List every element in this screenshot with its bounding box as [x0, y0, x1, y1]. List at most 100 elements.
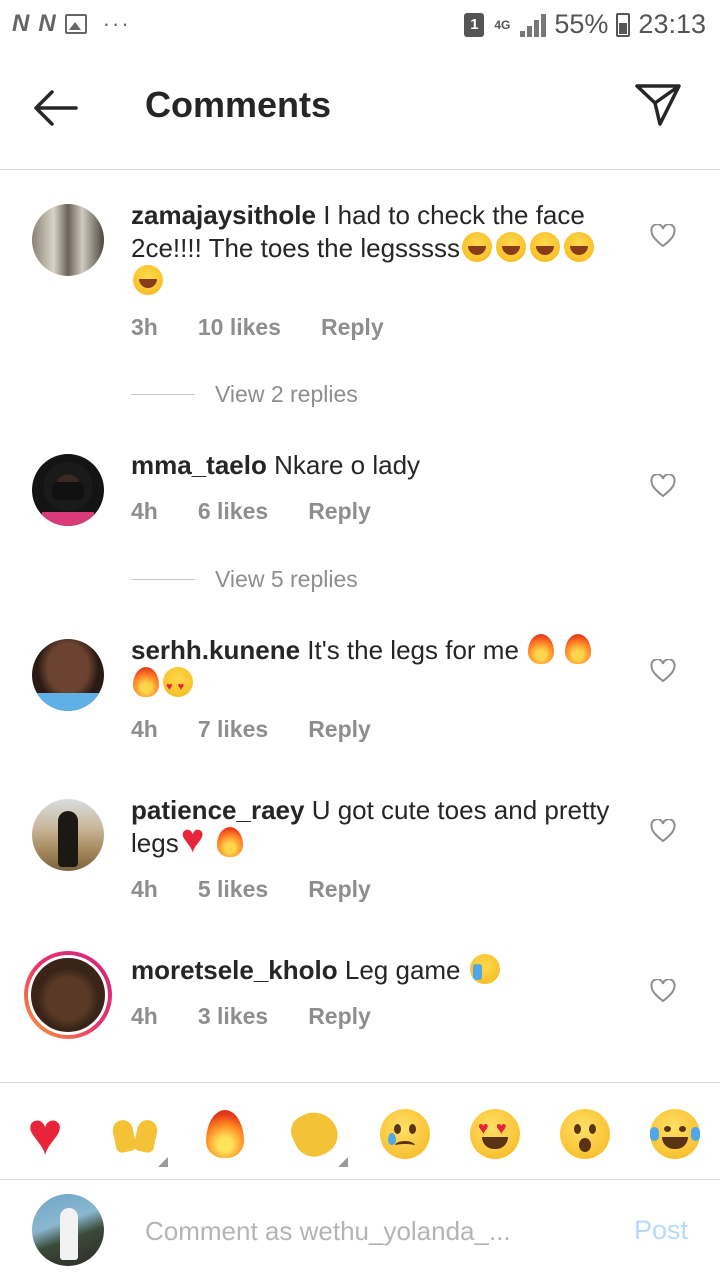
- view-replies-label: View 2 replies: [215, 381, 358, 407]
- comment-username[interactable]: zamajaysithole: [131, 200, 316, 230]
- comment-text: zamajaysithole I had to check the face 2…: [131, 199, 621, 298]
- fire-emoji-icon: [528, 634, 555, 664]
- comment-time: 4h: [131, 1003, 158, 1029]
- fire-emoji-icon: [216, 827, 243, 857]
- heart-eyes-emoji-button[interactable]: ♥ ♥: [468, 1107, 522, 1161]
- arrow-left-icon[interactable]: [30, 86, 80, 130]
- laughing-tears-emoji-icon: [496, 232, 527, 262]
- battery-percent: 55%: [554, 9, 609, 39]
- loudly-crying-emoji-icon: [469, 954, 500, 984]
- comment-text: moretsele_kholo Leg game: [131, 954, 621, 987]
- heart-icon[interactable]: [650, 474, 676, 498]
- comment-time: 4h: [131, 876, 158, 902]
- reply-button[interactable]: Reply: [308, 876, 371, 903]
- battery-icon: [616, 12, 631, 37]
- status-right: 1 4G 55% 23:13: [464, 9, 706, 40]
- comment-likes[interactable]: 5 likes: [198, 876, 268, 903]
- comment-body: Nkare o lady: [274, 450, 421, 480]
- raising-hands-icon: [110, 1112, 160, 1156]
- comment-meta: 4h 6 likes Reply: [131, 498, 411, 525]
- network-type: 4G: [494, 17, 511, 32]
- comment-time: 4h: [131, 498, 158, 524]
- avatar[interactable]: [32, 454, 104, 526]
- comment-username[interactable]: patience_raey: [131, 795, 304, 825]
- fire-emoji-icon: [565, 634, 592, 664]
- comment-likes[interactable]: 10 likes: [198, 314, 281, 341]
- post-button[interactable]: Post: [634, 1215, 688, 1246]
- fire-icon: [206, 1110, 244, 1158]
- skin-tone-indicator: [338, 1157, 348, 1167]
- red-heart-emoji-icon: [181, 819, 213, 859]
- signal-icon: [520, 13, 547, 37]
- clock: 23:13: [638, 9, 706, 39]
- replies-divider: [131, 579, 195, 580]
- comment-input[interactable]: [145, 1211, 565, 1251]
- reply-button[interactable]: Reply: [308, 1003, 371, 1030]
- reply-button[interactable]: Reply: [308, 498, 371, 525]
- laughing-tears-emoji-button[interactable]: [648, 1107, 702, 1161]
- comment-time: 3h: [131, 314, 158, 340]
- reply-button[interactable]: Reply: [321, 314, 384, 341]
- red-heart-emoji-button[interactable]: ♥: [18, 1104, 72, 1164]
- comment-username[interactable]: serhh.kunene: [131, 635, 300, 665]
- comment-likes[interactable]: 3 likes: [198, 1003, 268, 1030]
- comment-likes[interactable]: 6 likes: [198, 498, 268, 525]
- laughing-tears-emoji-icon: [133, 265, 163, 295]
- header: Comments: [0, 52, 720, 170]
- comment-time: 4h: [131, 716, 158, 742]
- heart-icon[interactable]: [650, 979, 676, 1003]
- notification-n-icon: N: [38, 10, 55, 37]
- comment-meta: 3h 10 likes Reply: [131, 314, 424, 341]
- view-replies-label: View 5 replies: [215, 566, 358, 592]
- comment-body: Leg game: [344, 955, 461, 985]
- more-notifications-icon: ···: [102, 11, 131, 36]
- status-left: N N ···: [12, 10, 131, 38]
- crying-face-icon: [380, 1109, 430, 1159]
- avatar: [28, 955, 108, 1035]
- comment-username[interactable]: mma_taelo: [131, 450, 267, 480]
- paper-plane-icon[interactable]: [634, 82, 682, 128]
- avatar[interactable]: [32, 799, 104, 871]
- current-user-avatar[interactable]: [32, 1194, 104, 1266]
- comment-meta: 4h 3 likes Reply: [131, 1003, 411, 1030]
- laughing-tears-emoji-icon: [564, 232, 595, 262]
- clapping-hands-icon: [285, 1104, 345, 1164]
- comment-composer: Post: [0, 1181, 720, 1280]
- comment-likes[interactable]: 7 likes: [198, 716, 268, 743]
- clapping-hands-emoji-button[interactable]: [285, 1104, 348, 1167]
- view-replies-button[interactable]: View 2 replies: [131, 381, 358, 408]
- fire-emoji-icon: [133, 667, 159, 697]
- replies-divider: [131, 394, 195, 395]
- heart-icon[interactable]: [650, 819, 676, 843]
- skin-tone-indicator: [158, 1157, 168, 1167]
- avatar[interactable]: [32, 639, 104, 711]
- comment-body: It's the legs for me: [307, 635, 519, 665]
- comment-text: serhh.kunene It's the legs for me: [131, 634, 621, 704]
- reply-button[interactable]: Reply: [308, 716, 371, 743]
- comment-meta: 4h 5 likes Reply: [131, 876, 411, 903]
- laughing-tears-emoji-icon: [530, 232, 561, 262]
- page-title: Comments: [145, 84, 332, 125]
- avatar[interactable]: [32, 204, 104, 276]
- heart-icon[interactable]: [650, 224, 676, 248]
- emoji-reaction-bar: ♥ ♥ ♥: [0, 1082, 720, 1180]
- comment-meta: 4h 7 likes Reply: [131, 716, 411, 743]
- surprised-face-emoji-button[interactable]: [558, 1107, 612, 1161]
- notification-n-icon: N: [12, 10, 29, 37]
- sim-indicator: 1: [464, 12, 485, 37]
- heart-eyes-emoji-icon: [163, 667, 193, 704]
- comment-username[interactable]: moretsele_kholo: [131, 955, 338, 985]
- image-icon: [64, 14, 87, 34]
- comment-text: patience_raey U got cute toes and pretty…: [131, 794, 621, 860]
- status-bar: N N ··· 1 4G 55% 23:13: [0, 0, 720, 52]
- raising-hands-emoji-button[interactable]: [108, 1107, 168, 1167]
- surprised-face-icon: [560, 1109, 610, 1159]
- view-replies-button[interactable]: View 5 replies: [131, 566, 358, 593]
- crying-face-emoji-button[interactable]: [378, 1107, 432, 1161]
- heart-eyes-icon: ♥ ♥: [470, 1109, 520, 1159]
- laughing-tears-emoji-icon: [462, 232, 493, 262]
- fire-emoji-button[interactable]: [198, 1107, 252, 1161]
- comment-text: mma_taelo Nkare o lady: [131, 449, 621, 482]
- avatar-story-ring[interactable]: [24, 951, 112, 1039]
- heart-icon[interactable]: [650, 659, 676, 683]
